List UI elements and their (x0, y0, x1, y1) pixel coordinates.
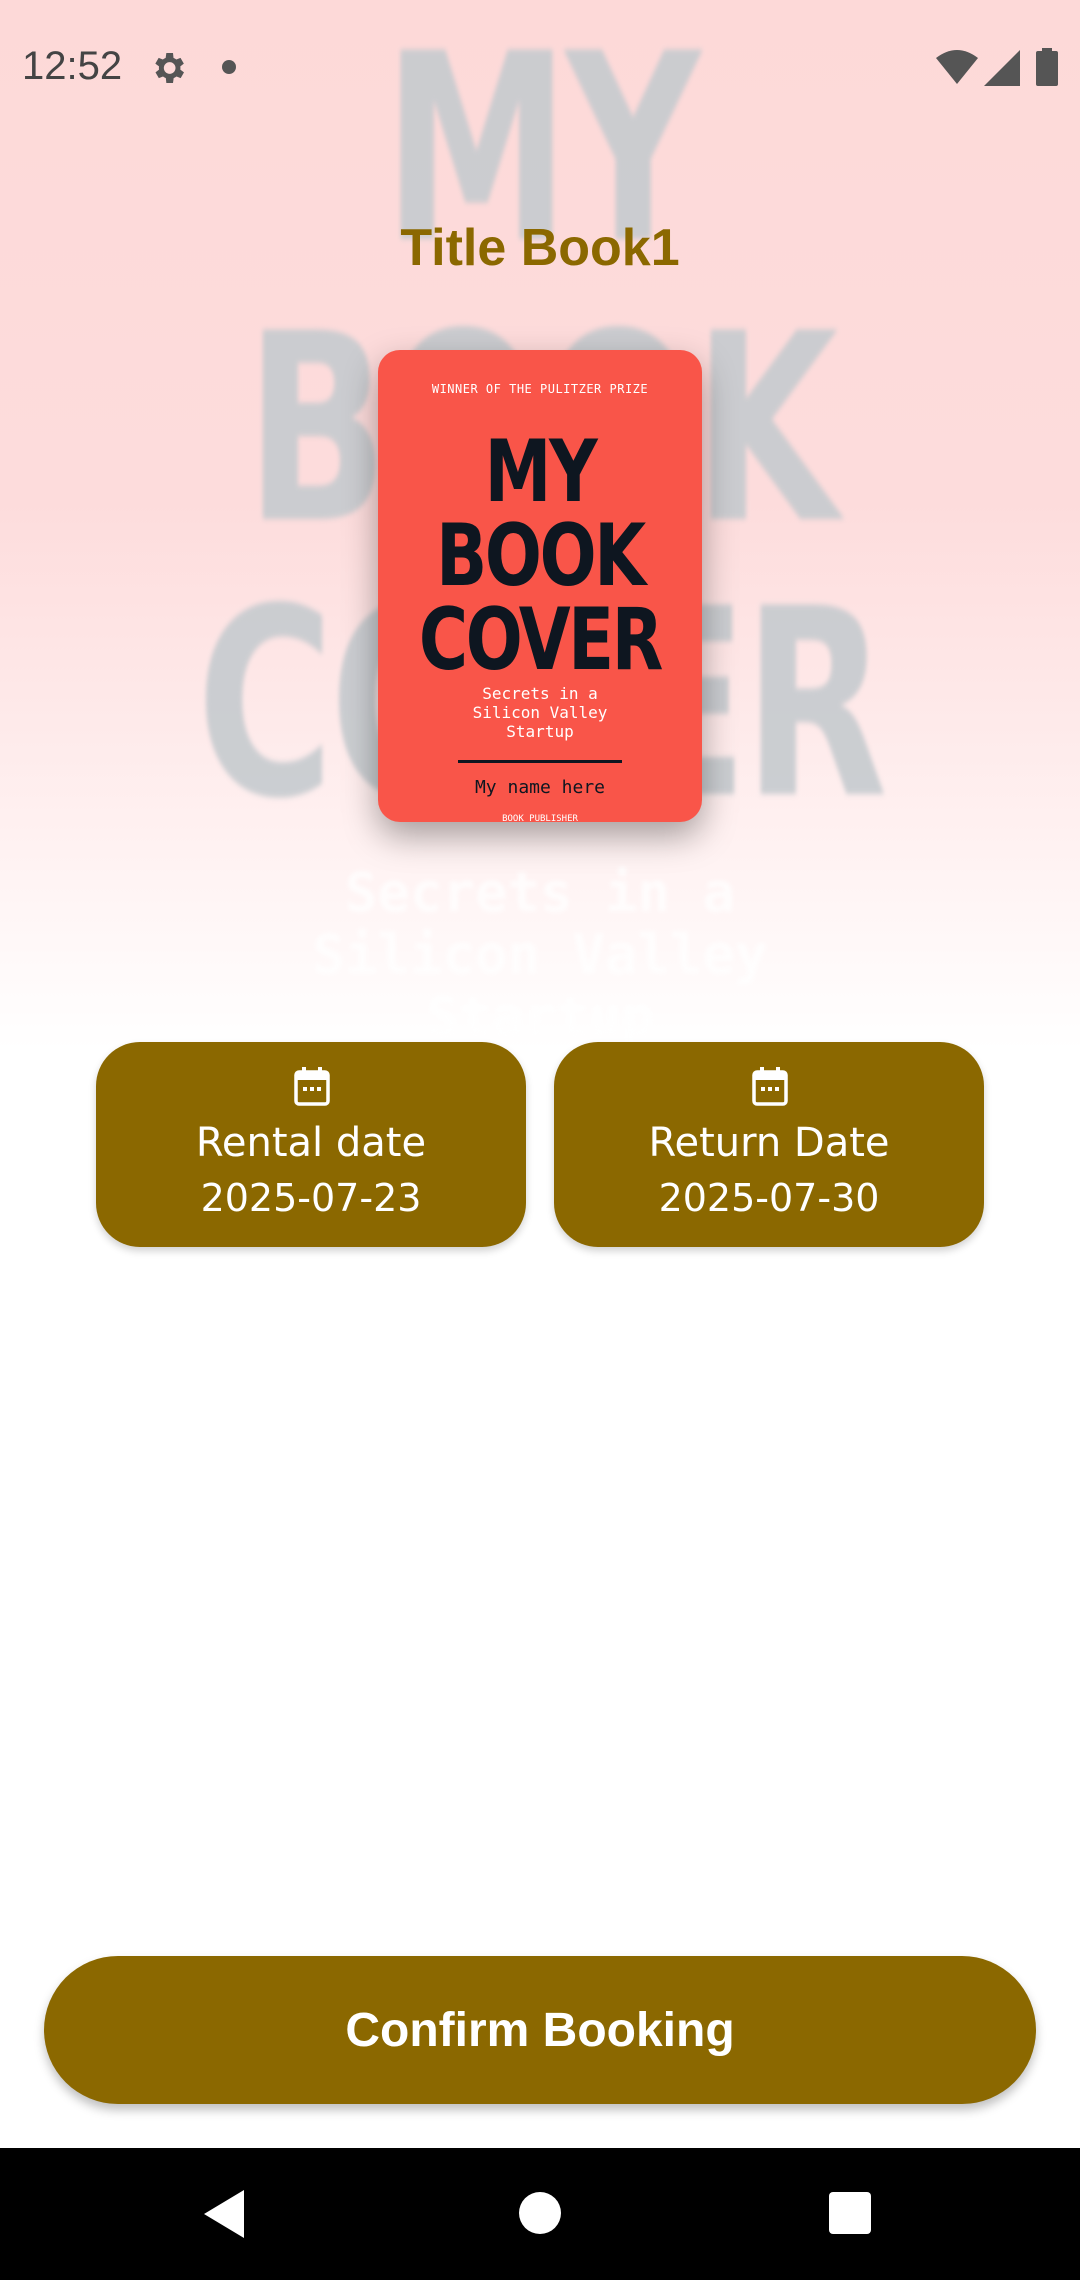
cover-title: MY BOOK COVER (414, 422, 667, 690)
rental-date-value: 2025-07-23 (200, 1176, 422, 1220)
system-navigation-bar (0, 2148, 1080, 2280)
back-icon[interactable] (204, 2190, 248, 2238)
notification-dot-icon (222, 60, 236, 74)
return-date-value: 2025-07-30 (658, 1176, 880, 1220)
background-cover-subtitle-line: Silicon Valley (312, 923, 768, 986)
status-bar: 12:52 (0, 0, 1080, 135)
rental-date-button[interactable]: Rental date 2025-07-23 (96, 1042, 526, 1247)
gear-icon (155, 53, 184, 83)
cover-title-line: COVER (418, 590, 663, 690)
cover-author: My name here (474, 777, 606, 798)
cover-title-line: MY (484, 422, 598, 522)
background-cover-subtitle-line: Secrets in a (344, 861, 736, 924)
book-cover-image: WINNER OF THE PULITZER PRIZE MY BOOK COV… (378, 350, 702, 822)
signal-icon (984, 50, 1020, 86)
confirm-booking-button[interactable]: Confirm Booking (44, 1956, 1036, 2104)
cover-subtitle: Secrets in a Silicon Valley Startup (472, 684, 608, 741)
return-date-button[interactable]: Return Date 2025-07-30 (554, 1042, 984, 1247)
home-icon[interactable] (519, 2192, 561, 2234)
book-title: Title Book1 (400, 219, 680, 277)
cover-publisher: BOOK PUBLISHER (502, 814, 578, 822)
cover-title-line: BOOK (436, 506, 646, 606)
wifi-icon (936, 50, 978, 84)
cover-award-text: WINNER OF THE PULITZER PRIZE (431, 382, 649, 396)
battery-icon (1036, 48, 1058, 86)
calendar-icon (752, 1067, 788, 1106)
calendar-icon (294, 1067, 330, 1106)
background-cover-subtitle-line: Startup (426, 985, 654, 1048)
return-date-label: Return Date (648, 1120, 890, 1166)
recents-icon[interactable] (829, 2192, 871, 2234)
status-time: 12:52 (22, 44, 123, 88)
rental-date-label: Rental date (195, 1120, 427, 1166)
cover-divider (458, 760, 622, 763)
